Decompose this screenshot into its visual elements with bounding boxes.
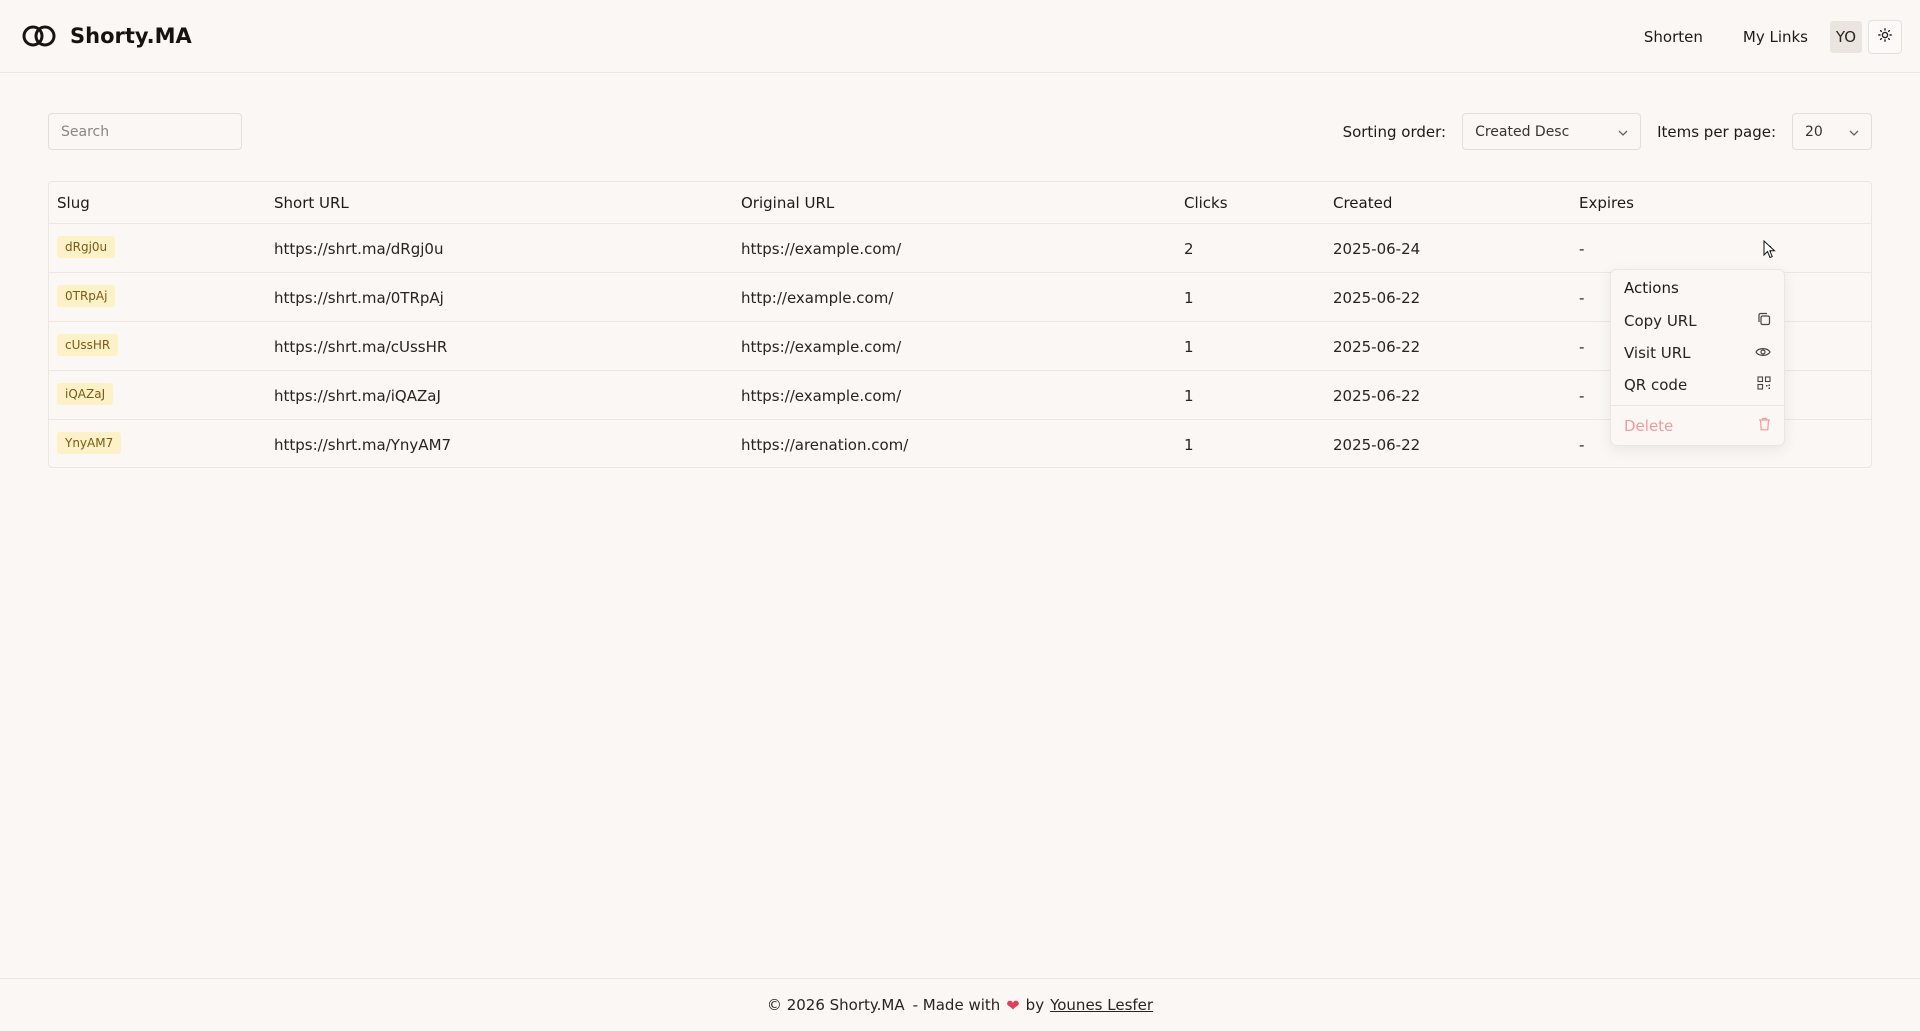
qr-code-menu-item[interactable]: QR code <box>1611 370 1784 400</box>
created-cell: 2025-06-24 <box>1333 240 1421 258</box>
top-nav: Shorten My Links YO <box>1644 0 1902 73</box>
author-link[interactable]: Younes Lesfer <box>1050 996 1153 1014</box>
slug-badge: YnyAM7 <box>57 432 122 454</box>
table-row: 0TRpAj https://shrt.ma/0TRpAj http://exa… <box>49 273 1871 322</box>
footer-copyright: © 2026 Shorty.MA <box>766 996 905 1014</box>
col-slug: Slug <box>57 194 90 212</box>
visit-url-menu-item[interactable]: Visit URL <box>1611 338 1784 368</box>
search-input[interactable] <box>48 113 242 150</box>
created-cell: 2025-06-22 <box>1333 338 1421 356</box>
expires-cell: - <box>1579 338 1585 356</box>
original-url-cell: https://example.com/ <box>741 240 902 258</box>
links-table: Slug Short URL Original URL Clicks Creat… <box>48 181 1872 468</box>
qr-code-icon <box>1757 376 1771 394</box>
brand-name: Shorty.MA <box>70 24 192 48</box>
short-url-cell: https://shrt.ma/dRgj0u <box>274 240 444 258</box>
sort-label: Sorting order: <box>1342 122 1447 141</box>
nav-shorten-link[interactable]: Shorten <box>1644 28 1703 46</box>
sort-order-select[interactable]: Created Desc <box>1462 113 1642 150</box>
sort-value: Created Desc <box>1475 123 1570 140</box>
nav-my-links-link[interactable]: My Links <box>1743 28 1808 46</box>
short-url-cell: https://shrt.ma/YnyAM7 <box>274 436 452 454</box>
expires-cell: - <box>1579 240 1585 258</box>
created-cell: 2025-06-22 <box>1333 436 1421 454</box>
footer-by: by <box>1025 996 1045 1014</box>
original-url-cell: http://example.com/ <box>741 289 894 307</box>
items-per-page-label: Items per page: <box>1657 122 1776 141</box>
table-header: Slug Short URL Original URL Clicks Creat… <box>49 182 1871 224</box>
table-row: dRgj0u https://shrt.ma/dRgj0u https://ex… <box>49 224 1871 273</box>
qr-code-label: QR code <box>1624 376 1688 394</box>
created-cell: 2025-06-22 <box>1333 289 1421 307</box>
col-expires: Expires <box>1579 194 1634 212</box>
theme-toggle-button[interactable] <box>1868 19 1902 54</box>
footer-made-with: - Made with <box>912 996 1001 1014</box>
avatar[interactable]: YO <box>1830 20 1862 53</box>
delete-menu-item[interactable]: Delete <box>1611 411 1784 441</box>
original-url-cell: https://example.com/ <box>741 387 902 405</box>
trash-icon <box>1758 417 1771 435</box>
delete-label: Delete <box>1624 417 1674 435</box>
items-per-page-select[interactable]: 20 <box>1792 113 1872 150</box>
copy-url-menu-item[interactable]: Copy URL <box>1611 306 1784 336</box>
slug-badge: cUssHR <box>57 334 119 356</box>
table-row: cUssHR https://shrt.ma/cUssHR https://ex… <box>49 322 1871 371</box>
original-url-cell: https://example.com/ <box>741 338 902 356</box>
chevron-down-icon <box>1618 124 1628 140</box>
copy-url-label: Copy URL <box>1624 312 1697 330</box>
original-url-cell: https://arenation.com/ <box>741 436 909 454</box>
copy-icon <box>1757 312 1771 330</box>
heart-icon: ❤ <box>1006 995 1020 1015</box>
menu-divider <box>1611 405 1784 406</box>
table-row: YnyAM7 https://shrt.ma/YnyAM7 https://ar… <box>49 420 1871 469</box>
expires-cell: - <box>1579 387 1585 405</box>
linked-rings-icon <box>22 24 56 48</box>
footer: © 2026 Shorty.MA - Made with ❤ by Younes… <box>0 978 1920 1031</box>
expires-cell: - <box>1579 289 1585 307</box>
clicks-cell: 1 <box>1184 436 1194 454</box>
visit-url-label: Visit URL <box>1624 344 1691 362</box>
col-original-url: Original URL <box>741 194 835 212</box>
short-url-cell: https://shrt.ma/0TRpAj <box>274 289 444 307</box>
expires-cell: - <box>1579 436 1585 454</box>
top-header: Shorty.MA Shorten My Links YO <box>0 0 1920 73</box>
slug-badge: 0TRpAj <box>57 285 116 307</box>
col-clicks: Clicks <box>1184 194 1228 212</box>
short-url-cell: https://shrt.ma/iQAZaJ <box>274 387 441 405</box>
mouse-cursor-icon <box>1763 239 1777 264</box>
table-row: iQAZaJ https://shrt.ma/iQAZaJ https://ex… <box>49 371 1871 420</box>
clicks-cell: 1 <box>1184 289 1194 307</box>
ipp-value: 20 <box>1805 123 1823 140</box>
created-cell: 2025-06-22 <box>1333 387 1421 405</box>
eye-icon <box>1755 344 1771 362</box>
menu-title: Actions <box>1624 279 1679 297</box>
clicks-cell: 1 <box>1184 338 1194 356</box>
actions-menu: Actions Copy URL Visit URL QR code Delet… <box>1610 269 1785 446</box>
col-created: Created <box>1333 194 1393 212</box>
clicks-cell: 1 <box>1184 387 1194 405</box>
brand[interactable]: Shorty.MA <box>22 24 192 48</box>
col-short-url: Short URL <box>274 194 349 212</box>
slug-badge: dRgj0u <box>57 236 116 258</box>
slug-badge: iQAZaJ <box>57 383 114 405</box>
toolbar-controls: Sorting order: Created Desc Items per pa… <box>1343 113 1872 150</box>
short-url-cell: https://shrt.ma/cUssHR <box>274 338 448 356</box>
clicks-cell: 2 <box>1184 240 1194 258</box>
sun-icon <box>1878 27 1892 46</box>
chevron-down-icon <box>1849 124 1859 140</box>
